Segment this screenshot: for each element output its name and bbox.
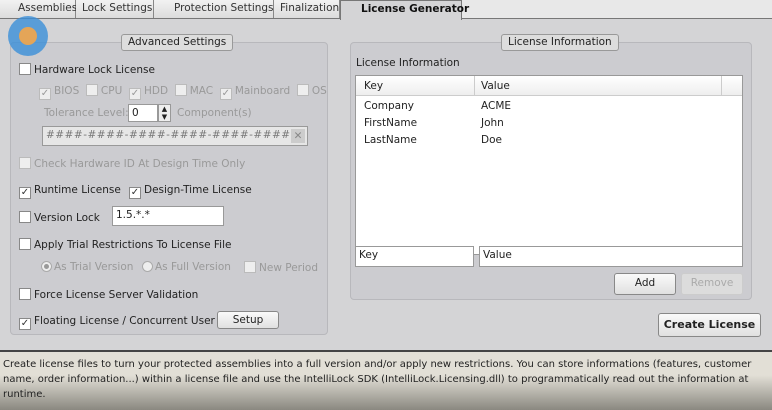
add-button[interactable]: Add xyxy=(614,273,676,295)
table-header: Key Value xyxy=(356,76,742,96)
floating-license-checkbox[interactable]: ✓ Floating License / Concurrent User xyxy=(19,315,215,330)
mac-checkbox[interactable]: MAC xyxy=(174,84,213,97)
key-input[interactable]: Key xyxy=(355,246,474,267)
tolerance-spinner[interactable]: ▲ ▼ xyxy=(158,104,171,122)
tab-lock-settings[interactable]: Lock Settings xyxy=(76,0,154,18)
tab-bar: Assemblies Lock Settings Protection Sett… xyxy=(0,0,772,20)
version-lock-checkbox[interactable]: Version Lock xyxy=(19,211,100,224)
mainboard-checkbox[interactable]: ✓ Mainboard xyxy=(219,85,290,100)
trial-restrictions-checkbox[interactable]: Apply Trial Restrictions To License File xyxy=(19,238,231,251)
tab-assemblies[interactable]: Assemblies xyxy=(0,0,77,18)
tab-license-generator[interactable]: License Generator xyxy=(340,0,469,20)
table-row[interactable]: FirstName John xyxy=(356,116,742,133)
bios-checkbox[interactable]: ✓ BIOS xyxy=(39,85,79,100)
cell-value: John xyxy=(481,117,504,129)
check-design-time-checkbox[interactable]: Check Hardware ID At Design Time Only xyxy=(19,157,245,170)
license-information-title: License Information xyxy=(501,34,619,51)
remove-button[interactable]: Remove xyxy=(681,273,743,295)
cell-key: LastName xyxy=(364,134,417,146)
table-row[interactable]: Company ACME xyxy=(356,99,742,116)
advanced-settings-title: Advanced Settings xyxy=(121,34,234,51)
hdd-checkbox[interactable]: ✓ HDD xyxy=(128,85,168,100)
license-list-label: License Information xyxy=(356,57,460,69)
table-row[interactable]: LastName Doe xyxy=(356,133,742,150)
tab-protection-settings[interactable]: Protection Settings xyxy=(154,0,274,18)
tolerance-label: Tolerance Level: xyxy=(44,107,129,119)
hardware-id-input[interactable]: ####-####-####-####-####-#### xyxy=(42,126,308,146)
as-full-radio[interactable]: As Full Version xyxy=(142,261,231,273)
tab-finalization[interactable]: Finalization xyxy=(274,0,340,18)
cell-key: Company xyxy=(364,100,414,112)
new-period-checkbox[interactable]: New Period xyxy=(244,261,318,274)
column-value[interactable]: Value xyxy=(481,80,510,92)
license-table: Key Value Company ACME FirstName John LastNa… xyxy=(355,75,743,255)
description-footer: Create license files to turn your protec… xyxy=(0,350,772,410)
os-checkbox[interactable]: OS xyxy=(296,84,327,97)
version-input[interactable]: 1.5.*.* xyxy=(112,206,224,226)
force-server-checkbox[interactable]: Force License Server Validation xyxy=(19,288,198,301)
advanced-settings-group: Advanced Settings Hardware Lock License … xyxy=(10,34,328,335)
runtime-license-checkbox[interactable]: ✓ Runtime License xyxy=(19,184,121,199)
cpu-checkbox[interactable]: CPU xyxy=(85,84,122,97)
setup-button[interactable]: Setup xyxy=(217,311,279,329)
clear-icon[interactable]: ✕ xyxy=(291,129,305,143)
as-trial-radio[interactable]: As Trial Version xyxy=(41,261,133,273)
components-row: ✓ BIOS CPU ✓ HDD MAC ✓ Mainboard OS xyxy=(39,84,327,100)
column-key[interactable]: Key xyxy=(364,80,383,92)
tolerance-input[interactable]: 0 xyxy=(128,104,158,122)
cell-value: ACME xyxy=(481,100,512,112)
cell-key: FirstName xyxy=(364,117,418,129)
create-license-button[interactable]: Create License xyxy=(658,313,761,337)
license-information-group: License Information License Information … xyxy=(350,34,752,300)
design-time-license-checkbox[interactable]: ✓ Design-Time License xyxy=(129,184,252,199)
components-label: Component(s) xyxy=(177,107,252,119)
cell-value: Doe xyxy=(481,134,502,146)
hardware-lock-label: Hardware Lock License xyxy=(34,64,155,76)
hardware-lock-checkbox[interactable]: Hardware Lock License xyxy=(19,63,155,76)
value-input[interactable]: Value xyxy=(479,246,743,267)
